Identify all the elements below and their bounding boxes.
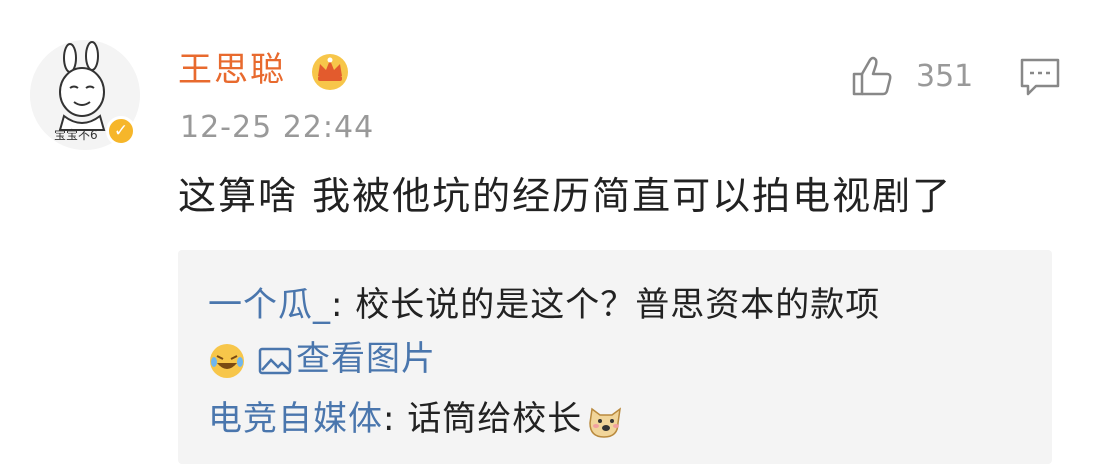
reply-separator: : xyxy=(383,399,408,439)
view-image-label: 查看图片 xyxy=(296,339,436,379)
doge-emoji-icon xyxy=(589,406,622,438)
reply-attachment-line: 查看图片 xyxy=(208,334,436,384)
reply-text: 校长说的是这个？普思资本的款项 xyxy=(355,285,881,325)
reply-separator: : xyxy=(331,285,356,325)
reply-author[interactable]: 一个瓜_ xyxy=(208,285,331,325)
thumbs-up-icon xyxy=(852,56,892,96)
comment-text: 这算啥 我被他坑的经历简直可以拍电视剧了 xyxy=(178,174,953,218)
timestamp: 12-25 22:44 xyxy=(180,110,375,145)
comment-icon[interactable] xyxy=(1018,56,1062,98)
like-count: 351 xyxy=(916,58,974,94)
view-image-link[interactable]: 查看图片 xyxy=(258,339,436,379)
reply-item: 电竞自媒体: 话筒给校长 xyxy=(208,394,626,444)
avatar-caption: 宝宝不6 xyxy=(54,128,98,142)
reply-author[interactable]: 电竞自媒体 xyxy=(208,399,383,439)
reply-text: 话筒给校长 xyxy=(407,399,583,439)
crown-icon xyxy=(312,54,348,90)
username[interactable]: 王思聪 xyxy=(178,44,286,96)
verified-badge-icon: ✓ xyxy=(106,116,136,146)
comment-card: 宝宝不6 ✓ 王思聪 12-25 22:44 351 这算啥 我被他坑的经历简直… xyxy=(0,0,1098,464)
picture-icon xyxy=(258,347,292,374)
like-button[interactable]: 351 xyxy=(850,50,973,102)
reply-panel: 一个瓜_: 校长说的是这个？普思资本的款项 查看图片 电竞自媒体: 话筒给校长 xyxy=(178,250,1052,464)
reply-item: 一个瓜_: 校长说的是这个？普思资本的款项 xyxy=(208,280,880,330)
laugh-cry-emoji-icon xyxy=(210,343,244,378)
